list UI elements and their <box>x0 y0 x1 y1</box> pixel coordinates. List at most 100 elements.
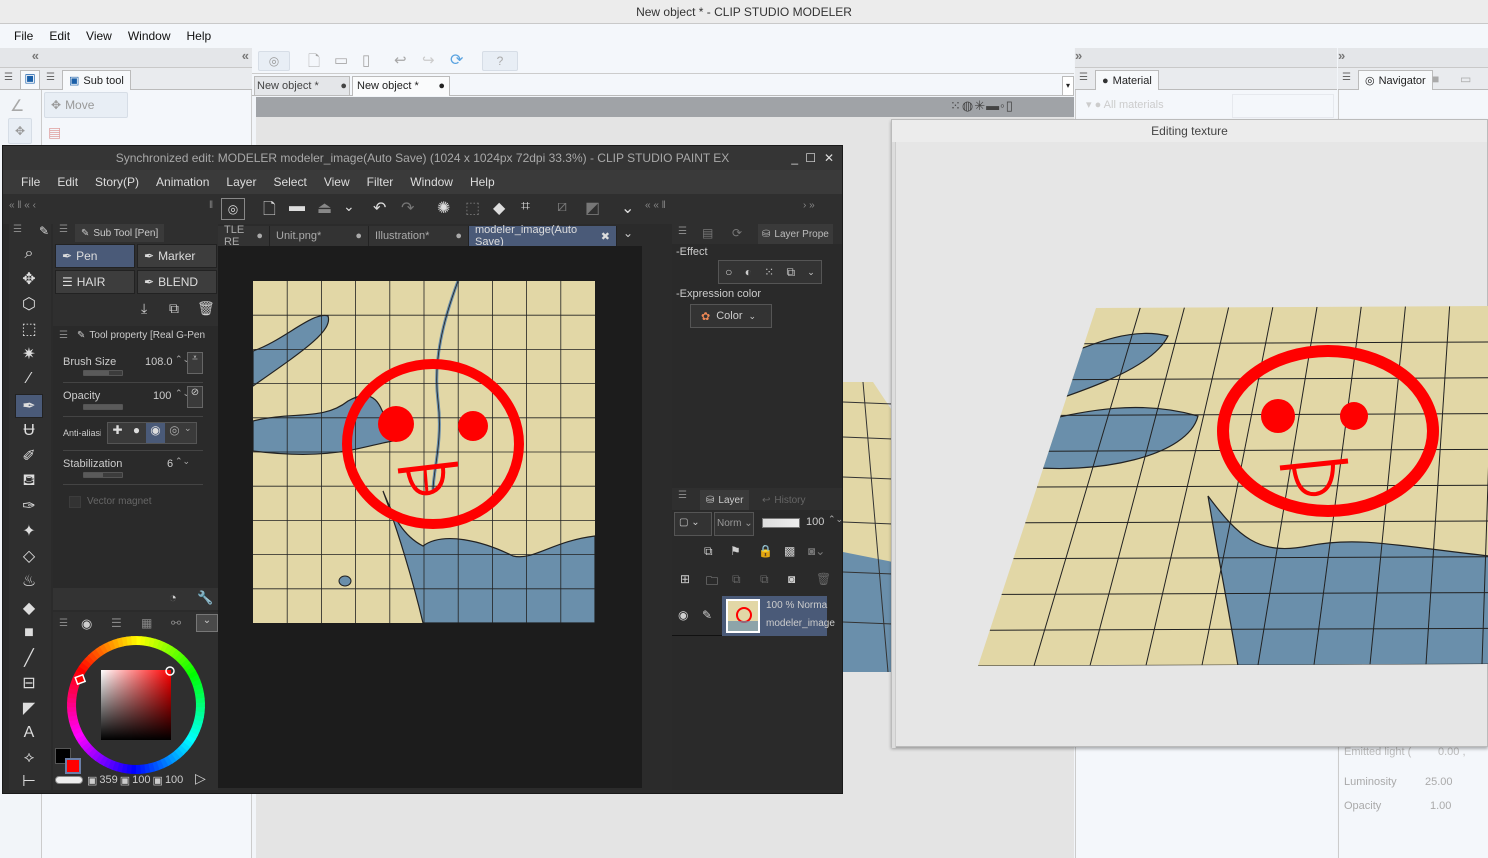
clip-studio-icon[interactable]: ◎ <box>221 198 245 220</box>
doc-tab-active[interactable]: New object * ● <box>352 76 450 96</box>
refresh-camera-icon[interactable]: ⟳ <box>450 50 463 70</box>
subtool-hair[interactable]: ☰ HAIR <box>55 270 135 294</box>
aa-dropdown-icon[interactable]: ⌄ <box>184 423 196 443</box>
subtool-blend[interactable]: ✒ BLEND <box>137 270 217 294</box>
visibility-eye-icon[interactable]: ◉ <box>678 608 688 622</box>
toolbox-icon[interactable]: ▣ <box>20 70 40 89</box>
tab-material[interactable]: ● Material <box>1095 70 1159 90</box>
rotate-tab-icon[interactable]: ⟳ <box>732 226 742 240</box>
tabs-dropdown-icon[interactable]: ⌄ <box>623 226 633 246</box>
expand-panels-icon[interactable]: › » <box>803 200 815 211</box>
menu-file[interactable]: File <box>14 29 33 43</box>
auto-select-tool[interactable]: ✷ <box>15 342 43 366</box>
panel-menu-icon[interactable]: ☰ <box>1342 72 1351 83</box>
effect-dropdown-icon[interactable]: ⌄ <box>807 267 815 278</box>
navigator-collapse-grip[interactable]: » <box>1338 48 1488 68</box>
paint-menu-layer[interactable]: Layer <box>226 175 256 189</box>
paint-canvas[interactable] <box>253 281 595 623</box>
close-tab-icon[interactable]: ✖ <box>601 230 610 243</box>
property-value[interactable]: 1.00 <box>1430 800 1451 812</box>
all-materials-item[interactable]: ▾ ● All materials <box>1086 98 1164 111</box>
subtool-pen-tab[interactable]: ✎ Sub Tool [Pen] <box>75 224 165 242</box>
material-collapse-grip[interactable]: » <box>1075 48 1337 68</box>
layer-row[interactable]: ◉ ✎ 100 % Norma modeler_image <box>672 596 835 636</box>
layer-row-selected[interactable]: 100 % Norma modeler_image <box>722 596 835 636</box>
paint-menu-help[interactable]: Help <box>470 175 495 189</box>
close-dot-icon[interactable]: ● <box>455 230 462 242</box>
more-chevron-icon[interactable]: ⌄ <box>621 198 634 218</box>
paint-menu-view[interactable]: View <box>324 175 350 189</box>
layer-color-dropdown[interactable]: ▢ ⌄ <box>674 512 712 536</box>
color-wheel-tab-icon[interactable]: ◉ <box>81 616 92 632</box>
paint-menu-edit[interactable]: Edit <box>57 175 78 189</box>
gradient-tool[interactable]: ■ <box>15 621 43 645</box>
new-raster-layer-icon[interactable]: ⊞ <box>680 572 690 586</box>
aa-none-option[interactable]: ✚ <box>108 423 127 443</box>
dropdown-chevron-icon[interactable]: ⌄ <box>343 198 355 215</box>
frame-tool[interactable]: ⊟ <box>15 671 43 695</box>
transfer-down-icon[interactable]: ⧉ <box>732 572 741 587</box>
paint-menu-animation[interactable]: Animation <box>156 175 209 189</box>
doc-tab[interactable]: New object * ● <box>254 76 350 96</box>
close-button[interactable]: ✕ <box>824 146 834 170</box>
paint-canvas-area[interactable] <box>218 246 642 788</box>
paint-menu-window[interactable]: Window <box>410 175 453 189</box>
play-toggle-icon[interactable]: ▷ <box>195 770 206 787</box>
decoration-tool[interactable]: ✑ <box>15 494 43 518</box>
wrench-icon[interactable]: 🔧 <box>197 590 213 606</box>
undo-icon[interactable]: ↩ <box>394 51 407 69</box>
intermediate-color-tab-icon[interactable]: ⚯ <box>171 616 181 630</box>
airbrush-tool[interactable]: ⛾ <box>15 469 43 493</box>
menu-edit[interactable]: Edit <box>49 29 70 43</box>
textured-plane-3d[interactable] <box>978 306 1488 666</box>
new-folder-icon[interactable]: 🗀 <box>706 572 718 593</box>
open-folder-icon[interactable]: ▭ <box>334 51 348 69</box>
subtool-pen[interactable]: ✒ Pen <box>55 244 135 268</box>
animation-tab-icon[interactable]: ▤ <box>702 226 713 240</box>
tab-layer-property[interactable]: ⛁ Layer Prope <box>758 224 833 244</box>
fill-tool[interactable]: ◆ <box>15 596 43 620</box>
doc-tab-active[interactable]: modeler_image(Auto Save) ✖ <box>469 224 617 248</box>
doc-tab[interactable]: TLE RE ● <box>218 224 270 248</box>
eyedropper-tool[interactable]: ⁄ <box>15 367 43 391</box>
move-tool[interactable]: ✥ <box>15 267 43 291</box>
timer-icon[interactable]: ◔ <box>169 590 177 605</box>
close-dot-icon[interactable]: ● <box>355 230 362 242</box>
save-icon[interactable]: ▯ <box>362 51 370 69</box>
aa-weak-option[interactable]: ● <box>127 423 146 443</box>
opacity-slider[interactable] <box>83 404 123 410</box>
color-slider-tab-icon[interactable]: ☰ <box>111 616 122 630</box>
balloon-tool[interactable]: ⟡ <box>15 746 43 770</box>
text-tool[interactable]: A <box>15 721 43 745</box>
grip-icon[interactable]: ‖ <box>209 200 213 211</box>
transparent-color-toggle[interactable] <box>55 776 83 784</box>
camera-tab-icon[interactable]: ■ <box>1432 72 1439 86</box>
stabilization-slider[interactable] <box>83 472 123 478</box>
mask-toggle-icon[interactable]: ◙⌄ <box>808 544 825 558</box>
expression-color-dropdown[interactable]: ✿ Color ⌄ <box>690 304 772 328</box>
layer-color-icon[interactable]: ⧉ <box>786 265 795 280</box>
panel-menu-icon[interactable]: ☰ <box>46 72 55 83</box>
move-tool-icon[interactable]: ✥ <box>8 118 32 144</box>
sparkle-tool[interactable]: ✦ <box>15 519 43 543</box>
color-wheel[interactable] <box>67 636 205 774</box>
aa-strong-option[interactable]: ◎ <box>165 423 184 443</box>
zoom-tool[interactable]: ⌕ <box>15 242 43 266</box>
selection-icon[interactable]: ⬚ <box>465 198 480 218</box>
invert-selection-icon[interactable]: ◩ <box>585 198 600 218</box>
collapse-grip[interactable]: « <box>0 48 42 68</box>
help-icon[interactable]: ? <box>482 51 518 71</box>
panel-menu-icon[interactable]: ☰ <box>59 224 68 235</box>
main-color-swatch[interactable] <box>65 758 81 774</box>
paint-menu-filter[interactable]: Filter <box>367 175 394 189</box>
pen-tab-icon[interactable]: ✎ <box>39 224 49 238</box>
hue-cursor[interactable] <box>74 673 87 686</box>
pencil-tool[interactable]: Ʉ <box>15 419 43 443</box>
tool-property-tab[interactable]: ✎ Tool property [Real G-Pen <box>77 330 205 341</box>
move-subtool-button[interactable]: ✥ Move <box>44 92 128 118</box>
layer-opacity-slider[interactable] <box>762 518 800 528</box>
selection-tool[interactable]: ⬚ <box>15 317 43 341</box>
brush-size-slider[interactable] <box>83 370 123 376</box>
figure-tool[interactable]: ╱ <box>15 646 43 670</box>
stabilization-stepper[interactable]: ⌃⌄ <box>175 456 190 467</box>
